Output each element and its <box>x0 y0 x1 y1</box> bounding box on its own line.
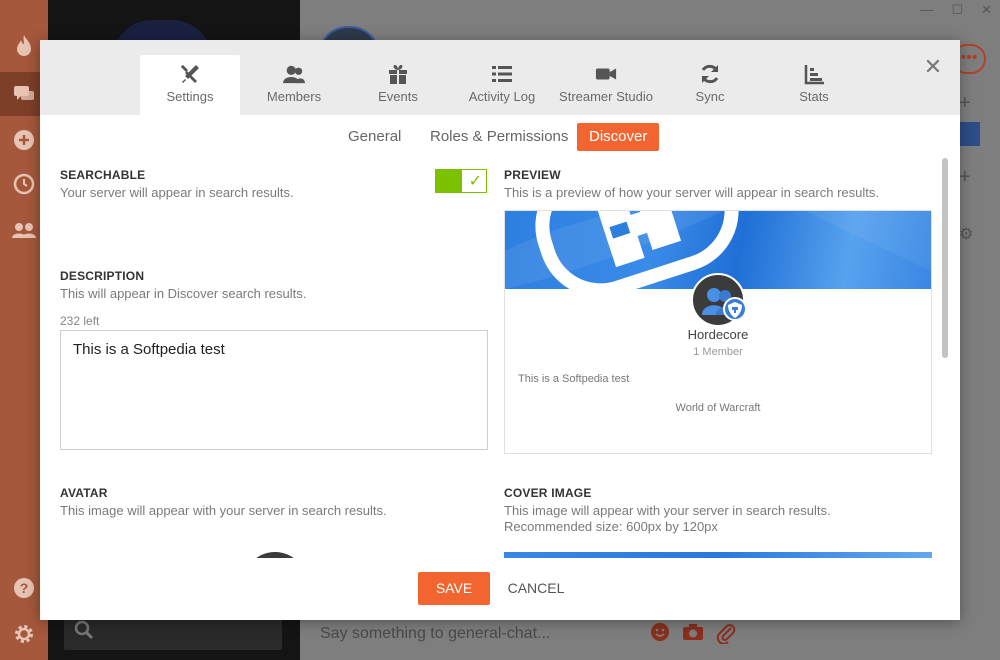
tab-label: Activity Log <box>468 89 536 104</box>
content-scrollbar[interactable] <box>942 158 948 358</box>
settings-icon[interactable]: ⚙ <box>959 224 973 244</box>
settings-subtabs: General Roles & Permissions Discover <box>40 123 960 151</box>
tab-label: Stats <box>799 89 829 104</box>
members-icon <box>244 63 344 89</box>
searchable-title: SEARCHABLE <box>60 168 146 182</box>
chars-left-counter: 232 left <box>60 314 100 328</box>
plus-icon[interactable] <box>10 126 38 154</box>
emoji-icon[interactable] <box>650 622 670 650</box>
cancel-button[interactable]: CANCEL <box>502 572 570 605</box>
tab-label: Sync <box>695 89 725 104</box>
searchable-toggle[interactable]: ✓ <box>435 169 487 193</box>
preview-member-count: 1 Member <box>693 346 743 358</box>
tab-settings[interactable]: Settings <box>140 55 240 115</box>
maximize-icon[interactable]: ☐ <box>951 2 963 18</box>
preview-desc: This is a preview of how your server wil… <box>504 185 879 200</box>
svg-text:?: ? <box>20 580 29 596</box>
toggle-knob <box>436 170 462 192</box>
chat-input-actions <box>650 622 736 650</box>
tools-icon <box>140 63 240 89</box>
tab-sync[interactable]: Sync <box>660 55 760 115</box>
search-icon <box>74 620 94 645</box>
gift-icon <box>348 63 448 89</box>
group-icon[interactable] <box>10 216 38 244</box>
camera-icon <box>556 63 656 89</box>
tab-events[interactable]: Events <box>348 55 448 115</box>
add-icon[interactable]: + <box>959 92 971 115</box>
subtab-roles-permissions[interactable]: Roles & Permissions <box>430 123 568 151</box>
tab-stats[interactable]: Stats <box>764 55 864 115</box>
paperclip-icon[interactable] <box>716 622 736 650</box>
history-icon[interactable] <box>10 170 38 198</box>
cover-image-title: COVER IMAGE <box>504 486 592 500</box>
avatar-title: AVATAR <box>60 486 108 500</box>
description-textarea[interactable]: This is a Softpedia test <box>60 330 488 450</box>
cover-image-recommended: Recommended size: 600px by 120px <box>504 519 718 534</box>
avatar-image-upload[interactable] <box>243 552 307 558</box>
discover-settings-content: SEARCHABLE Your server will appear in se… <box>40 158 960 558</box>
check-icon: ✓ <box>468 173 482 190</box>
server-settings-modal: Settings Members Events Activity Log Str… <box>40 40 960 620</box>
minimize-icon[interactable]: — <box>920 2 933 18</box>
tab-label: Streamer Studio <box>559 89 653 104</box>
preview-game: World of Warcraft <box>675 402 761 414</box>
tab-label: Members <box>266 89 322 104</box>
preview-description: This is a Softpedia test <box>518 373 630 385</box>
tab-streamer-studio[interactable]: Streamer Studio <box>556 55 656 115</box>
subtab-discover[interactable]: Discover <box>577 123 660 151</box>
subtab-general[interactable]: General <box>348 123 401 151</box>
chat-input[interactable]: Say something to general-chat... <box>320 625 550 643</box>
server-preview-card: Hordecore 1 Member This is a Softpedia t… <box>504 210 932 454</box>
tab-members[interactable]: Members <box>244 55 344 115</box>
avatar-desc: This image will appear with your server … <box>60 503 387 518</box>
gear-icon[interactable] <box>10 620 38 648</box>
tab-label: Events <box>378 89 418 104</box>
stats-icon <box>764 63 864 89</box>
camera-icon[interactable] <box>682 622 704 650</box>
sync-icon <box>660 63 760 89</box>
tab-label: Settings <box>166 89 214 104</box>
tab-activity-log[interactable]: Activity Log <box>452 55 552 115</box>
list-icon <box>452 63 552 89</box>
flame-icon[interactable] <box>10 32 38 60</box>
save-button[interactable]: SAVE <box>418 572 490 605</box>
cover-image-upload[interactable] <box>504 552 932 558</box>
preview-server-name: Hordecore <box>687 327 749 342</box>
description-desc: This will appear in Discover search resu… <box>60 286 307 301</box>
description-title: DESCRIPTION <box>60 269 145 283</box>
add-icon[interactable]: + <box>959 166 971 189</box>
help-icon[interactable]: ? <box>10 574 38 602</box>
close-icon[interactable]: ✕ <box>923 56 943 78</box>
searchable-desc: Your server will appear in search result… <box>60 185 294 200</box>
window-close-icon[interactable]: ✕ <box>981 2 992 18</box>
side-panel-button[interactable] <box>958 122 980 146</box>
window-controls: — ☐ ✕ <box>920 2 992 18</box>
modal-tab-bar: Settings Members Events Activity Log Str… <box>40 40 960 115</box>
shield-icon <box>723 297 747 321</box>
cover-image-desc: This image will appear with your server … <box>504 503 831 518</box>
preview-title: PREVIEW <box>504 168 561 182</box>
